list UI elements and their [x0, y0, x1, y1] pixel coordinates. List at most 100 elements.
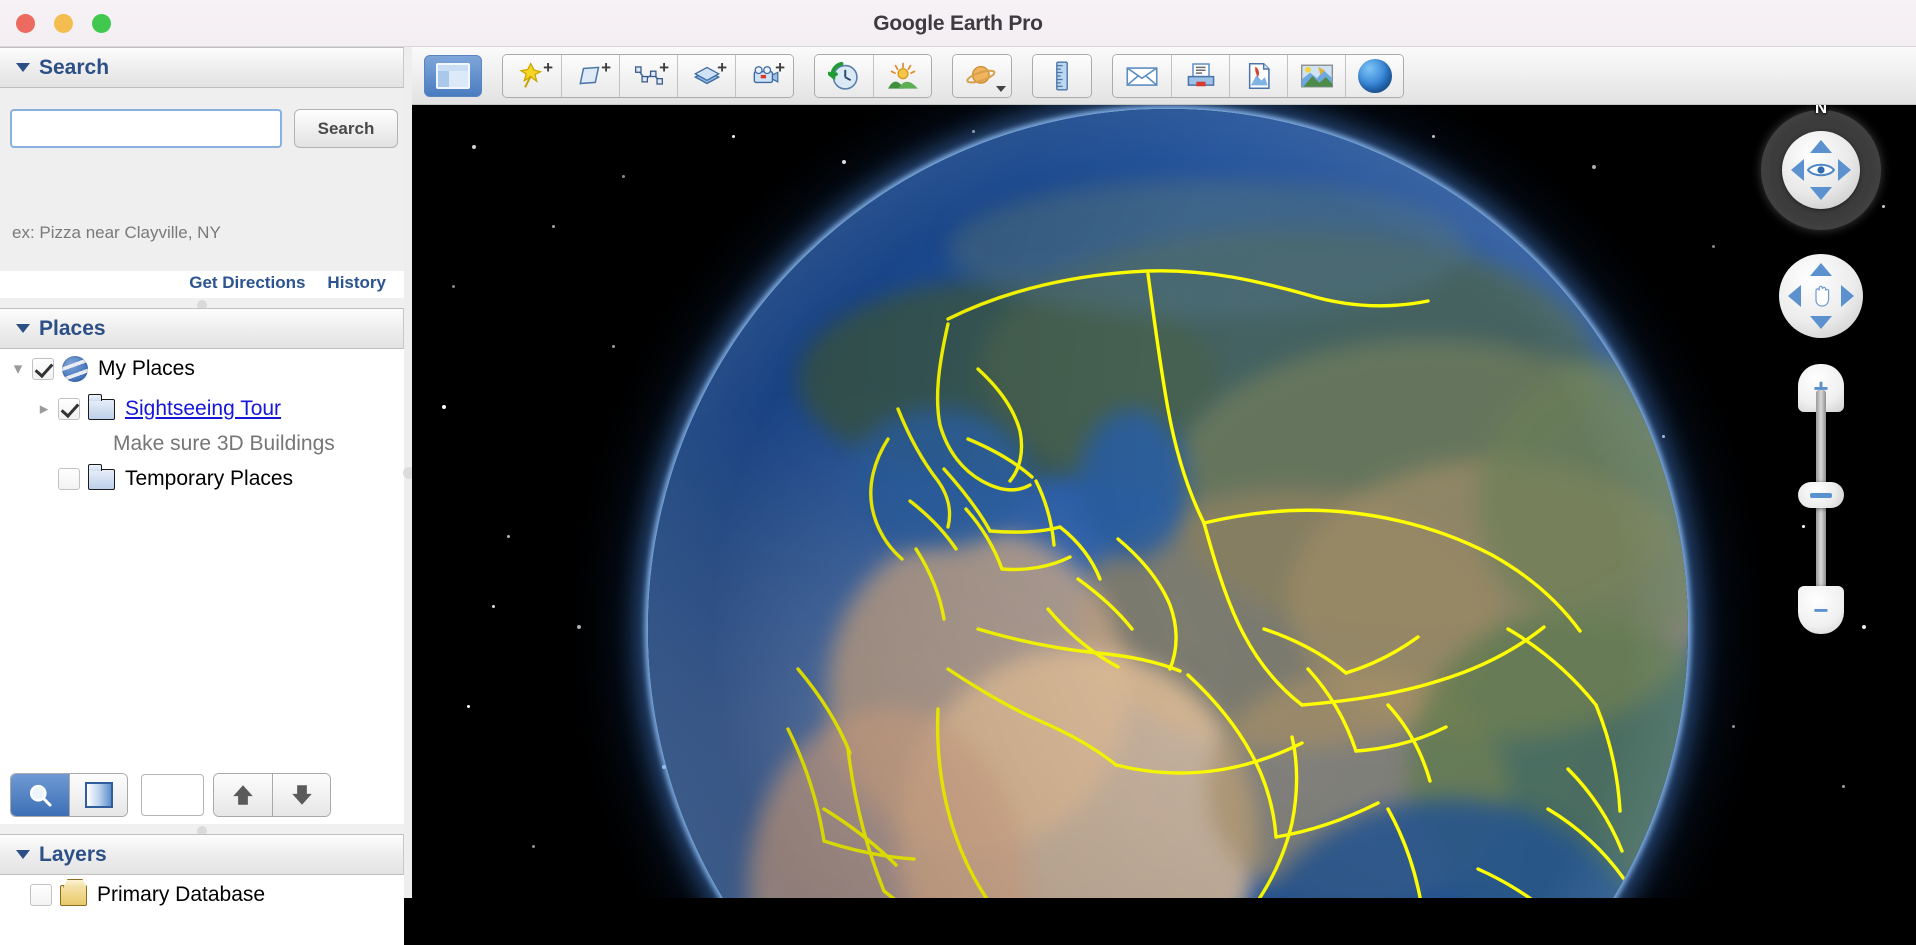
sunlight-button[interactable]: [873, 55, 931, 97]
tree-label-temporary-places: Temporary Places: [125, 467, 293, 491]
chevron-right-icon[interactable]: ▸: [30, 399, 58, 419]
pan-up-arrow[interactable]: [1810, 263, 1832, 276]
pan-joystick[interactable]: [1779, 254, 1863, 338]
arrow-down-icon: [289, 782, 315, 808]
tree-label-sightseeing-tour[interactable]: Sightseeing Tour: [125, 397, 281, 421]
history-link[interactable]: History: [327, 273, 386, 293]
add-badge: +: [775, 59, 785, 76]
view-in-maps-button[interactable]: [1287, 55, 1345, 97]
eye-icon[interactable]: [1807, 162, 1835, 178]
sidebar-panel-icon: [436, 63, 470, 89]
email-button[interactable]: [1113, 55, 1171, 97]
search-panel-header[interactable]: Search: [0, 47, 404, 88]
look-joystick[interactable]: N: [1761, 110, 1881, 230]
places-toolbar: [0, 766, 404, 824]
add-path-button[interactable]: +: [619, 55, 677, 97]
planet-group: [952, 54, 1012, 98]
record-tour-button[interactable]: +: [735, 55, 793, 97]
get-directions-link[interactable]: Get Directions: [189, 273, 305, 293]
layers-checkbox-primary-database[interactable]: [30, 884, 52, 906]
layers-panel-title: Layers: [39, 843, 107, 867]
tree-checkbox-my-places[interactable]: [32, 358, 54, 380]
envelope-icon: [1125, 64, 1159, 88]
pan-right-arrow[interactable]: [1841, 285, 1854, 307]
places-layers-splitter[interactable]: [0, 824, 404, 834]
tree-checkbox-temporary-places[interactable]: [58, 468, 80, 490]
look-up-arrow[interactable]: [1810, 140, 1832, 153]
layers-label-primary-database: Primary Database: [97, 883, 265, 907]
historical-imagery-button[interactable]: [815, 55, 873, 97]
map-photo-icon: [1300, 63, 1334, 89]
folder-icon: [88, 399, 115, 420]
tree-checkbox-sightseeing-tour[interactable]: [58, 398, 80, 420]
search-input[interactable]: [10, 109, 282, 148]
ruler-button[interactable]: [1033, 55, 1091, 97]
toggle-sidebar-button[interactable]: [424, 55, 482, 97]
hand-icon[interactable]: [1809, 284, 1833, 308]
sidebar-map-splitter[interactable]: [404, 47, 412, 898]
star: [492, 605, 495, 608]
zoom-handle[interactable]: [1798, 482, 1844, 508]
search-panel: Search Search ex: Pizza near Clayville, …: [0, 47, 404, 271]
search-button[interactable]: Search: [294, 109, 398, 148]
star: [467, 705, 470, 708]
add-placemark-button[interactable]: +: [503, 55, 561, 97]
layers-panel-header[interactable]: Layers: [0, 834, 404, 875]
look-joystick-hub[interactable]: [1782, 131, 1860, 209]
tree-item-sightseeing-tour[interactable]: ▸ Sightseeing Tour: [0, 389, 404, 429]
globe-icon: [62, 356, 88, 382]
places-panel-title: Places: [39, 317, 106, 341]
places-panel-header[interactable]: Places: [0, 308, 404, 349]
star: [1842, 785, 1845, 788]
search-hint-text: ex: Pizza near Clayville, NY: [12, 223, 221, 243]
opacity-gradient-icon: [85, 782, 113, 808]
star: [552, 225, 555, 228]
places-opacity-toggle-button[interactable]: [69, 774, 127, 816]
chevron-down-icon[interactable]: [16, 850, 30, 859]
navigation-controls: N + −: [1756, 110, 1886, 634]
tree-item-my-places[interactable]: ▾ My Places: [0, 349, 404, 389]
tree-label-my-places: My Places: [98, 357, 195, 381]
search-row: Search: [10, 109, 398, 148]
search-places-splitter[interactable]: [0, 298, 404, 308]
print-button[interactable]: [1171, 55, 1229, 97]
arrow-up-icon: [230, 782, 256, 808]
earth-gallery-button[interactable]: [1345, 55, 1403, 97]
places-view-toggle-group: [10, 773, 128, 817]
tree-item-temporary-places[interactable]: Temporary Places: [0, 459, 404, 499]
places-search-toggle-button[interactable]: [11, 774, 69, 816]
star: [1712, 245, 1715, 248]
map-viewport[interactable]: N + −: [412, 105, 1916, 898]
chevron-down-icon[interactable]: ▾: [4, 359, 32, 379]
save-image-button[interactable]: [1229, 55, 1287, 97]
main-toolbar: + + + + +: [412, 47, 1916, 105]
zoom-slider[interactable]: + −: [1798, 364, 1844, 634]
star: [472, 145, 476, 149]
add-polygon-button[interactable]: +: [561, 55, 619, 97]
chevron-down-icon[interactable]: [996, 86, 1006, 92]
add-badge: +: [601, 59, 611, 76]
country-borders-overlay: [648, 109, 1688, 898]
search-links: Get Directions History: [189, 273, 386, 293]
create-tools-group: + + + + +: [502, 54, 794, 98]
pan-down-arrow[interactable]: [1810, 316, 1832, 329]
add-badge: +: [543, 59, 553, 76]
chevron-down-icon[interactable]: [16, 63, 30, 72]
places-move-up-button[interactable]: [214, 774, 272, 816]
database-folder-icon: [60, 885, 87, 906]
zoom-out-button[interactable]: −: [1798, 586, 1844, 634]
star: [1732, 725, 1735, 728]
places-opacity-field[interactable]: [141, 774, 204, 816]
sightseeing-tour-description: Make sure 3D Buildings: [0, 429, 404, 459]
sun-icon: [887, 62, 919, 90]
places-move-down-button[interactable]: [272, 774, 330, 816]
chevron-down-icon[interactable]: [16, 324, 30, 333]
look-left-arrow[interactable]: [1791, 159, 1804, 181]
earth-globe[interactable]: [648, 109, 1688, 898]
pan-left-arrow[interactable]: [1788, 285, 1801, 307]
layers-item-primary-database[interactable]: Primary Database: [0, 875, 404, 915]
look-right-arrow[interactable]: [1838, 159, 1851, 181]
add-image-overlay-button[interactable]: +: [677, 55, 735, 97]
switch-planet-button[interactable]: [953, 55, 1011, 97]
look-down-arrow[interactable]: [1810, 187, 1832, 200]
